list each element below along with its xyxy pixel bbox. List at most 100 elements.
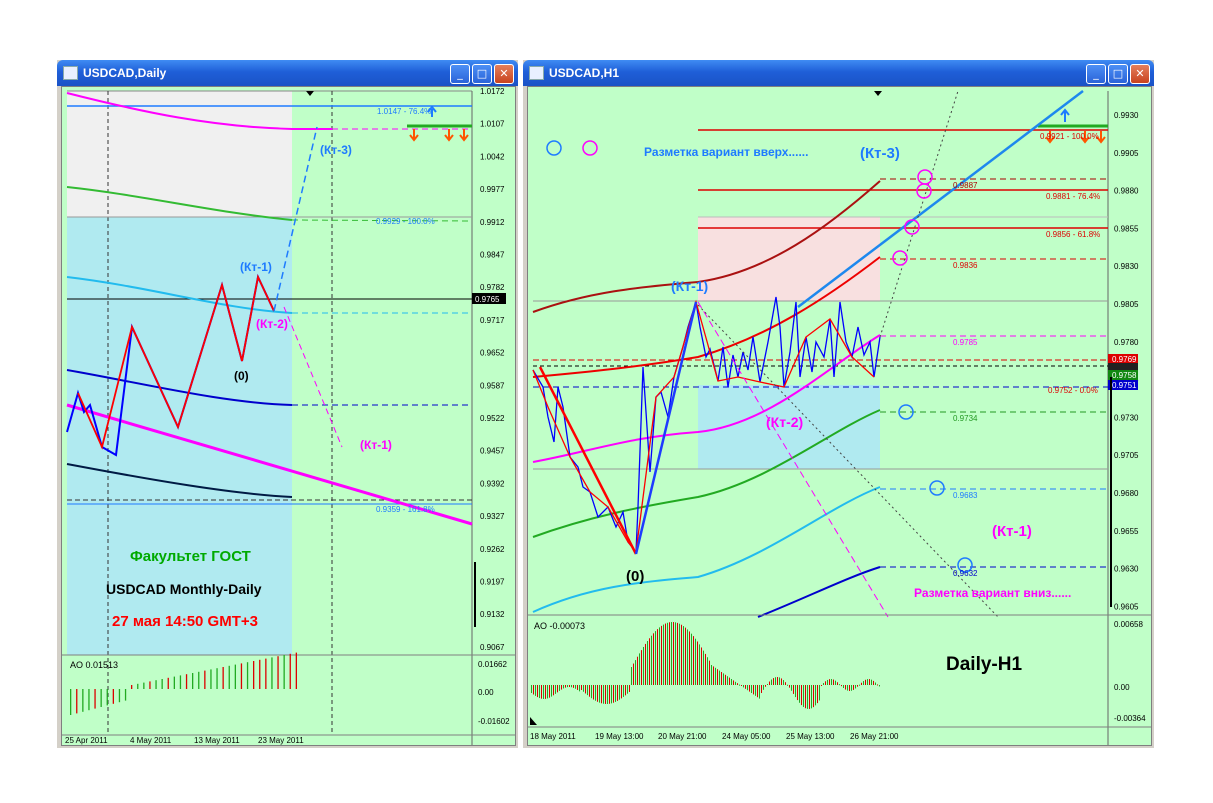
right-ao-bar-62 xyxy=(655,631,656,685)
right-ao-bar-158 xyxy=(847,685,848,691)
left-chart-area[interactable]: 1.0147 - 76.4% 0.9929 - 100.0% 0.9359 - … xyxy=(61,86,516,746)
right-ao-bar-70 xyxy=(671,622,672,685)
level-label-8: 0.9683 xyxy=(953,491,978,500)
left-ao-bar-3 xyxy=(88,689,90,711)
level-label-1: 0.9887 xyxy=(953,181,978,190)
right-ao-bar-37 xyxy=(605,685,606,704)
right-ao-bar-38 xyxy=(607,685,608,704)
left-ao-bar-35 xyxy=(283,655,285,689)
left-ao-bar-37 xyxy=(295,652,297,689)
right-ao-bar-85 xyxy=(701,647,702,685)
left-ao-bar-20 xyxy=(192,673,194,689)
right-window-titlebar[interactable]: USDCAD,H1 _ □ ✕ xyxy=(523,60,1154,86)
minimize-button[interactable]: _ xyxy=(450,64,470,84)
close-button[interactable]: ✕ xyxy=(1130,64,1150,84)
right-ao-bar-20 xyxy=(571,685,572,688)
right-ao-bar-23 xyxy=(577,685,578,690)
right-ao-bar-47 xyxy=(625,685,626,696)
right-ao-bar-29 xyxy=(589,685,590,697)
right-chart-window[interactable]: USDCAD,H1 _ □ ✕ 0.9921 - 100.0% 0.9887 0… xyxy=(523,60,1154,748)
right-ao-bar-170 xyxy=(871,679,872,685)
right-ao-bar-40 xyxy=(611,685,612,704)
caption-line1: Факультет ГОСТ xyxy=(130,548,251,565)
right-ao-bar-100 xyxy=(731,679,732,685)
right-ao-bar-102 xyxy=(735,681,736,685)
left-ao-bar-36 xyxy=(289,653,291,689)
left-ao-bar-24 xyxy=(216,668,218,689)
maximize-button[interactable]: □ xyxy=(472,64,492,84)
left-ao-bar-1 xyxy=(76,689,78,714)
right-ao-bar-22 xyxy=(575,685,576,689)
left-price-tick-8: 0.9652 xyxy=(480,349,505,358)
right-ao-bar-17 xyxy=(565,685,566,688)
right-ao-bar-73 xyxy=(677,622,678,685)
right-ao-bar-119 xyxy=(769,681,770,685)
right-ao-bar-52 xyxy=(635,660,636,685)
maximize-button[interactable]: □ xyxy=(1108,64,1128,84)
right-ao-bar-83 xyxy=(697,641,698,685)
right-ao-bar-64 xyxy=(659,627,660,685)
left-chart-window[interactable]: USDCAD,Daily _ □ ✕ 1.0147 - 76.4% 0.9929… xyxy=(57,60,518,748)
right-ao-bar-128 xyxy=(787,684,788,686)
right-ao-bar-84 xyxy=(699,644,700,685)
right-ao-bar-111 xyxy=(753,685,754,695)
right-ao-bar-165 xyxy=(861,682,862,685)
left-ao-bar-11 xyxy=(137,683,139,689)
right-ao-bar-113 xyxy=(757,685,758,698)
right-ao-bar-54 xyxy=(639,653,640,685)
caption-line3: 27 мая 14:50 GMT+3 xyxy=(112,613,258,630)
left-price-tick-15: 0.9197 xyxy=(480,578,505,587)
right-ao-bar-106 xyxy=(743,685,744,688)
right-ao-bar-127 xyxy=(785,682,786,685)
right-ao-bar-7 xyxy=(545,685,546,699)
left-ao-bar-6 xyxy=(106,689,108,706)
right-ao-bar-51 xyxy=(633,663,634,685)
right-ao-bar-151 xyxy=(833,679,834,685)
right-ao-bar-150 xyxy=(831,679,832,685)
right-ao-bar-82 xyxy=(695,638,696,685)
ao-axis-bottom: -0.00364 xyxy=(1114,714,1146,723)
right-price-tick-6: 0.9780 xyxy=(1114,338,1139,347)
right-ao-bar-26 xyxy=(583,685,584,692)
left-ao-bar-17 xyxy=(173,676,175,689)
right-ao-bar-139 xyxy=(809,685,810,709)
right-ao-bar-133 xyxy=(797,685,798,701)
minimize-button[interactable]: _ xyxy=(1086,64,1106,84)
right-ao-bar-59 xyxy=(649,638,650,685)
left-price-tick-16: 0.9132 xyxy=(480,610,505,619)
time-label-3: 23 May 2011 xyxy=(258,736,304,745)
left-window-titlebar[interactable]: USDCAD,Daily _ □ ✕ xyxy=(57,60,518,86)
right-ao-bar-141 xyxy=(813,685,814,708)
right-ao-bar-161 xyxy=(853,685,854,690)
left-ao-bar-5 xyxy=(100,689,102,707)
time-label-2: 13 May 2011 xyxy=(194,736,240,745)
right-ao-bar-33 xyxy=(597,685,598,702)
right-price-chart: 0.9921 - 100.0% 0.9887 0.9881 - 76.4% 0.… xyxy=(528,90,1151,745)
left-ao-bar-26 xyxy=(228,665,230,689)
right-ao-bar-98 xyxy=(727,676,728,685)
right-ao-bar-87 xyxy=(705,653,706,685)
right-ao-bar-96 xyxy=(723,673,724,685)
right-ao-bar-95 xyxy=(721,672,722,685)
wave-label-kt1-blue: (Кт-1) xyxy=(671,278,708,294)
left-ao-bar-9 xyxy=(124,689,127,701)
level-label-7: 0.9734 xyxy=(953,414,978,423)
right-chart-area[interactable]: 0.9921 - 100.0% 0.9887 0.9881 - 76.4% 0.… xyxy=(527,86,1152,746)
left-ao-bar-14 xyxy=(155,680,157,689)
right-ao-bar-125 xyxy=(781,678,782,685)
right-price-tick-5: 0.9805 xyxy=(1114,300,1139,309)
close-button[interactable]: ✕ xyxy=(494,64,514,84)
right-ao-bar-66 xyxy=(663,624,664,685)
right-ao-bar-88 xyxy=(707,657,708,685)
level-label-5: 0.9785 xyxy=(953,338,978,347)
right-ao-bar-21 xyxy=(573,685,574,688)
right-ao-bar-116 xyxy=(763,685,764,690)
wave-label-kt3: (Кт-3) xyxy=(860,145,900,162)
right-ao-bar-56 xyxy=(643,646,644,685)
right-ao-bar-118 xyxy=(767,683,768,685)
caption-line2: USDCAD Monthly-Daily xyxy=(106,581,262,597)
time-label-2: 20 May 21:00 xyxy=(658,732,707,741)
right-ao-bar-13 xyxy=(557,685,558,693)
right-ao-bar-14 xyxy=(559,685,560,691)
right-ao-bar-36 xyxy=(603,685,604,704)
